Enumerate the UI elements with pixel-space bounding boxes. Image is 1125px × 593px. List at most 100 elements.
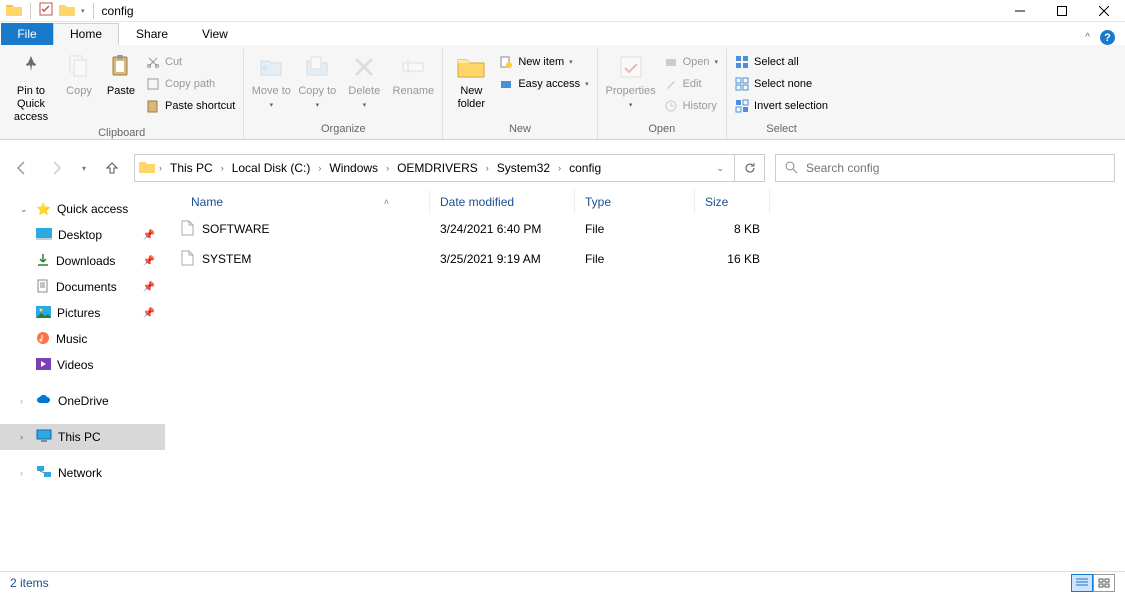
status-bar: 2 items	[0, 571, 1125, 593]
rename-button[interactable]: Rename	[388, 49, 438, 100]
network-icon	[36, 465, 52, 481]
delete-button[interactable]: Delete▾	[340, 49, 388, 113]
open-button[interactable]: Open ▾	[660, 51, 722, 73]
downloads-icon	[36, 253, 50, 270]
nav-desktop[interactable]: Desktop📌	[0, 222, 165, 248]
chevron-right-icon[interactable]: ›	[20, 468, 30, 478]
column-header-date[interactable]: Date modified	[430, 190, 575, 214]
breadcrumb-item[interactable]: Local Disk (C:)	[228, 159, 315, 177]
help-icon[interactable]: ?	[1100, 30, 1115, 45]
folder-icon	[139, 160, 155, 176]
pin-quick-access-button[interactable]: Pin to Quick access	[4, 49, 58, 127]
move-to-label: Move to ▾	[250, 85, 292, 111]
breadcrumb-item[interactable]: System32	[493, 159, 554, 177]
column-header-name[interactable]: Name˄	[165, 190, 430, 214]
window-controls	[999, 0, 1125, 22]
copy-path-button[interactable]: Copy path	[142, 73, 239, 95]
easy-access-button[interactable]: Easy access ▾	[495, 73, 592, 95]
up-button[interactable]	[100, 156, 124, 180]
breadcrumb-item[interactable]: Windows	[325, 159, 382, 177]
nav-onedrive[interactable]: ›OneDrive	[0, 388, 165, 414]
quick-access-toolbar: ▾	[0, 2, 96, 19]
column-header-type[interactable]: Type	[575, 190, 695, 214]
address-dropdown-icon[interactable]: ⌄	[710, 163, 730, 174]
search-input[interactable]	[806, 161, 1106, 175]
nav-pictures[interactable]: Pictures📌	[0, 300, 165, 326]
breadcrumb-item[interactable]: config	[565, 159, 605, 177]
delete-label: Delete▾	[348, 85, 380, 111]
file-row[interactable]: SYSTEM 3/25/2021 9:19 AM File 16 KB	[165, 244, 1125, 274]
nav-toolbar: ▾ › This PC› Local Disk (C:)› Windows› O…	[0, 148, 1125, 188]
search-box[interactable]	[775, 154, 1115, 182]
forward-button[interactable]	[44, 156, 68, 180]
address-bar[interactable]: › This PC› Local Disk (C:)› Windows› OEM…	[134, 154, 735, 182]
nav-music[interactable]: Music	[0, 326, 165, 352]
open-group-label: Open	[648, 123, 675, 139]
invert-selection-button[interactable]: Invert selection	[731, 95, 832, 117]
clipboard-group-label: Clipboard	[98, 127, 145, 141]
nav-this-pc[interactable]: ›This PC	[0, 424, 165, 450]
back-button[interactable]	[10, 156, 34, 180]
move-to-button[interactable]: Move to ▾	[248, 49, 294, 113]
star-icon: ⭐	[36, 202, 51, 216]
breadcrumb-item[interactable]: OEMDRIVERS	[393, 159, 482, 177]
nav-documents[interactable]: Documents📌	[0, 274, 165, 300]
new-folder-button[interactable]: New folder	[447, 49, 495, 113]
large-icons-view-button[interactable]	[1093, 574, 1115, 592]
properties-button[interactable]: Properties▾	[602, 49, 660, 113]
videos-icon	[36, 358, 51, 373]
navigation-pane: ⌄⭐Quick access Desktop📌 Downloads📌 Docum…	[0, 188, 165, 568]
maximize-button[interactable]	[1041, 0, 1083, 22]
new-item-button[interactable]: New item ▾	[495, 51, 592, 73]
copy-to-button[interactable]: Copy to ▾	[294, 49, 340, 113]
folder-qat-icon[interactable]	[59, 3, 75, 19]
refresh-button[interactable]	[735, 154, 765, 182]
recent-dropdown[interactable]: ▾	[78, 156, 90, 180]
column-header-size[interactable]: Size	[695, 190, 770, 214]
select-all-button[interactable]: Select all	[731, 51, 832, 73]
paste-shortcut-button[interactable]: Paste shortcut	[142, 95, 239, 117]
file-tab[interactable]: File	[1, 23, 53, 45]
edit-button[interactable]: Edit	[660, 73, 722, 95]
ribbon-group-select: Select all Select none Invert selection …	[727, 49, 836, 139]
pin-icon: 📌	[143, 230, 155, 241]
breadcrumb-item[interactable]: This PC	[166, 159, 217, 177]
chevron-right-icon[interactable]: ›	[20, 432, 30, 442]
qat-dropdown-icon[interactable]: ▾	[81, 7, 85, 15]
chevron-right-icon[interactable]: ›	[316, 163, 323, 173]
view-tab[interactable]: View	[185, 23, 245, 45]
copy-label: Copy	[66, 85, 92, 98]
file-row[interactable]: SOFTWARE 3/24/2021 6:40 PM File 8 KB	[165, 214, 1125, 244]
chevron-right-icon[interactable]: ›	[157, 163, 164, 173]
history-button[interactable]: History	[660, 95, 722, 117]
nav-downloads[interactable]: Downloads📌	[0, 248, 165, 274]
collapse-ribbon-icon[interactable]: ^	[1085, 32, 1090, 43]
title-bar: ▾ config	[0, 0, 1125, 22]
nav-network[interactable]: ›Network	[0, 460, 165, 486]
file-type: File	[575, 222, 695, 236]
window-title: config	[102, 4, 134, 18]
pin-icon: 📌	[143, 256, 155, 267]
chevron-right-icon[interactable]: ›	[484, 163, 491, 173]
chevron-right-icon[interactable]: ›	[556, 163, 563, 173]
home-tab[interactable]: Home	[53, 23, 119, 45]
item-count: 2 items	[10, 576, 49, 590]
chevron-down-icon[interactable]: ⌄	[20, 204, 30, 215]
paste-button[interactable]: Paste	[100, 49, 142, 100]
minimize-button[interactable]	[999, 0, 1041, 22]
chevron-right-icon[interactable]: ›	[384, 163, 391, 173]
details-view-button[interactable]	[1071, 574, 1093, 592]
chevron-right-icon[interactable]: ›	[20, 396, 30, 406]
cut-button[interactable]: Cut	[142, 51, 239, 73]
chevron-right-icon[interactable]: ›	[219, 163, 226, 173]
share-tab[interactable]: Share	[119, 23, 185, 45]
properties-qat-icon[interactable]	[39, 2, 53, 19]
copy-button[interactable]: Copy	[58, 49, 100, 100]
select-none-button[interactable]: Select none	[731, 73, 832, 95]
this-pc-icon	[36, 429, 52, 445]
properties-label: Properties▾	[606, 85, 656, 111]
nav-quick-access[interactable]: ⌄⭐Quick access	[0, 196, 165, 222]
close-button[interactable]	[1083, 0, 1125, 22]
nav-videos[interactable]: Videos	[0, 352, 165, 378]
rename-label: Rename	[393, 85, 435, 98]
